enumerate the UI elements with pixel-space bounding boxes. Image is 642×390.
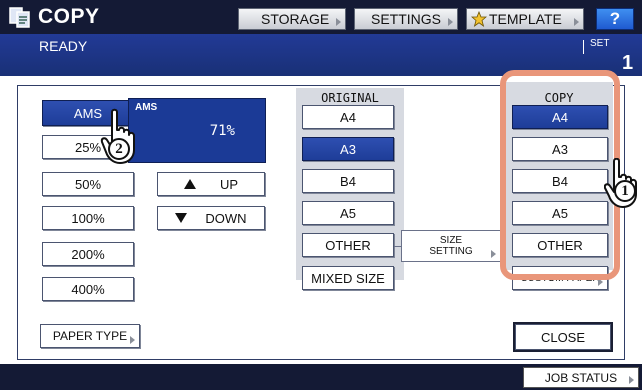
bottom-bar: JOB STATUS bbox=[0, 364, 642, 390]
zoom-value: 71% bbox=[209, 123, 235, 139]
storage-label: STORAGE bbox=[261, 11, 330, 27]
close-button[interactable]: CLOSE bbox=[515, 324, 611, 350]
size-setting-line2: SETTING bbox=[429, 246, 473, 257]
template-label: TEMPLATE bbox=[489, 11, 562, 27]
zoom-display: AMS 71% bbox=[128, 98, 266, 163]
original-a3-button[interactable]: A3 bbox=[302, 137, 394, 161]
zoom-down-label: DOWN bbox=[205, 210, 247, 226]
help-button[interactable]: ? bbox=[596, 8, 634, 30]
arrow-icon bbox=[491, 250, 496, 258]
callout-1: 1 bbox=[614, 180, 636, 202]
job-status-label: JOB STATUS bbox=[544, 370, 618, 385]
settings-label: SETTINGS bbox=[371, 11, 442, 27]
zoom-400-button[interactable]: 400% bbox=[42, 277, 134, 301]
zoom-up-label: UP bbox=[219, 176, 239, 192]
triangle-down-icon bbox=[175, 213, 188, 223]
arrow-icon bbox=[336, 18, 341, 26]
original-heading: ORIGINAL bbox=[321, 91, 379, 105]
zoom-200-button[interactable]: 200% bbox=[42, 242, 134, 266]
settings-button[interactable]: SETTINGS bbox=[354, 8, 458, 30]
zoom-down-button[interactable]: DOWN bbox=[157, 206, 265, 230]
mixed-size-button[interactable]: MIXED SIZE bbox=[302, 266, 394, 290]
arrow-icon bbox=[574, 18, 579, 26]
size-setting-button[interactable]: SIZE SETTING bbox=[401, 230, 501, 262]
copy-column-highlight bbox=[500, 70, 620, 280]
set-label: SET bbox=[590, 38, 610, 49]
arrow-icon bbox=[130, 336, 135, 344]
zoom-up-button[interactable]: UP bbox=[157, 172, 265, 196]
zoom-50-button[interactable]: 50% bbox=[42, 172, 134, 196]
title-bar: COPY STORAGE SETTINGS TEMPLATE ? bbox=[0, 0, 642, 34]
size-setting-line1: SIZE bbox=[439, 235, 463, 246]
original-a4-button[interactable]: A4 bbox=[302, 105, 394, 129]
paper-type-label: PAPER TYPE bbox=[52, 329, 128, 343]
triangle-up-icon bbox=[183, 179, 196, 189]
template-button[interactable]: TEMPLATE bbox=[466, 8, 584, 30]
original-other-button[interactable]: OTHER bbox=[302, 233, 394, 257]
set-count: 1 bbox=[622, 52, 634, 74]
job-status-button[interactable]: JOB STATUS bbox=[523, 367, 639, 388]
app-title: COPY bbox=[38, 5, 100, 28]
paper-type-button[interactable]: PAPER TYPE bbox=[40, 324, 140, 348]
status-text: READY bbox=[39, 38, 88, 54]
arrow-icon bbox=[448, 18, 453, 26]
callout-2: 2 bbox=[108, 138, 130, 160]
storage-button[interactable]: STORAGE bbox=[238, 8, 346, 30]
star-icon bbox=[471, 11, 487, 27]
original-a5-button[interactable]: A5 bbox=[302, 201, 394, 225]
copy-function-icon bbox=[9, 7, 30, 28]
arrow-icon bbox=[629, 376, 634, 384]
divider bbox=[583, 40, 584, 54]
original-b4-button[interactable]: B4 bbox=[302, 169, 394, 193]
zoom-100-button[interactable]: 100% bbox=[42, 206, 134, 230]
